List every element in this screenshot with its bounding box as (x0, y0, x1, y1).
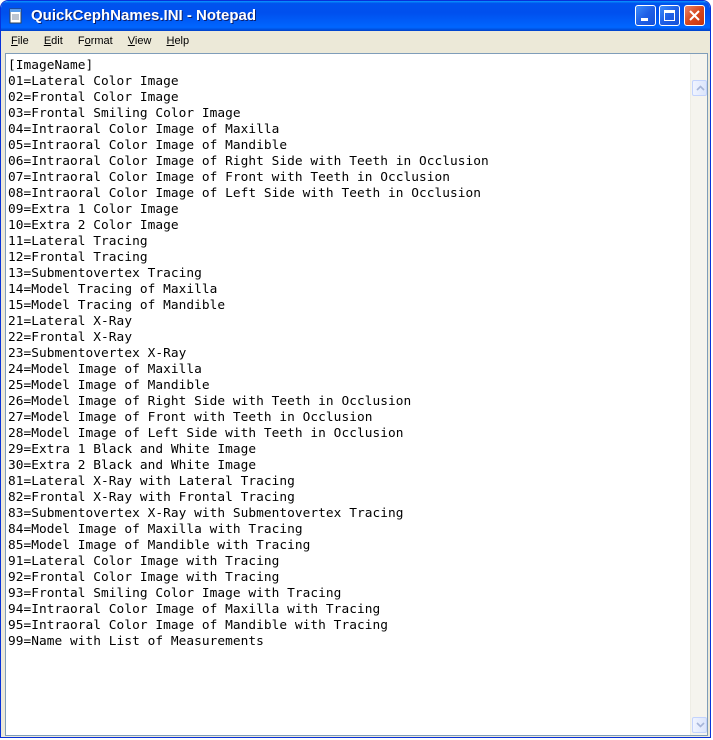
text-line: 83=Submentovertex X-Ray with Submentover… (8, 506, 404, 521)
window-title: QuickCephNames.INI - Notepad (31, 7, 257, 24)
close-icon (689, 10, 700, 21)
text-line: 05=Intraoral Color Image of Mandible (8, 138, 288, 153)
text-line: 27=Model Image of Front with Teeth in Oc… (8, 410, 373, 425)
text-editor[interactable]: [ImageName] 01=Lateral Color Image 02=Fron… (5, 53, 708, 736)
text-line: 14=Model Tracing of Maxilla (8, 282, 218, 297)
text-line: 84=Model Image of Maxilla with Tracing (8, 522, 303, 537)
menu-format-label: rmat (90, 35, 113, 47)
text-line: 12=Frontal Tracing (8, 250, 148, 265)
scroll-up-button[interactable] (692, 80, 707, 96)
maximize-icon (664, 10, 675, 21)
notepad-window: QuickCephNames.INI - Notepad File Edit F… (0, 0, 711, 738)
text-line: 06=Intraoral Color Image of Right Side w… (8, 154, 489, 169)
scroll-down-button[interactable] (692, 717, 707, 733)
text-line: 94=Intraoral Color Image of Maxilla with… (8, 602, 381, 617)
text-line: 85=Model Image of Mandible with Tracing (8, 538, 311, 553)
text-line: 07=Intraoral Color Image of Front with T… (8, 170, 450, 185)
text-line: 99=Name with List of Measurements (8, 634, 264, 649)
text-line: 13=Submentovertex Tracing (8, 266, 202, 281)
minimize-button[interactable] (635, 5, 656, 26)
menu-format[interactable]: Format (72, 32, 119, 47)
text-line: 30=Extra 2 Black and White Image (8, 458, 257, 473)
text-line: 25=Model Image of Mandible (8, 378, 210, 393)
text-line: 08=Intraoral Color Image of Left Side wi… (8, 186, 482, 201)
maximize-button[interactable] (659, 5, 680, 26)
text-line: 11=Lateral Tracing (8, 234, 148, 249)
text-line: 04=Intraoral Color Image of Maxilla (8, 122, 280, 137)
notepad-icon[interactable] (8, 8, 24, 24)
close-button[interactable] (684, 5, 705, 26)
text-line: 21=Lateral X-Ray (8, 314, 133, 329)
arrow-down-icon (696, 722, 705, 728)
text-line: 10=Extra 2 Color Image (8, 218, 179, 233)
menu-help-label: elp (174, 35, 190, 47)
menu-view-label: iew (134, 35, 152, 47)
text-line: 82=Frontal X-Ray with Frontal Tracing (8, 490, 295, 505)
document-text[interactable]: [ImageName] 01=Lateral Color Image 02=Fron… (8, 58, 687, 733)
minimize-icon (641, 18, 648, 21)
menu-edit[interactable]: Edit (38, 32, 69, 47)
menu-bar: File Edit Format View Help (5, 32, 706, 51)
text-line: 93=Frontal Smiling Color Image with Trac… (8, 586, 342, 601)
text-line: 24=Model Image of Maxilla (8, 362, 202, 377)
text-line: 28=Model Image of Left Side with Teeth i… (8, 426, 404, 441)
text-line: 95=Intraoral Color Image of Mandible wit… (8, 618, 388, 633)
menu-help[interactable]: Help (160, 32, 195, 47)
text-line: 09=Extra 1 Color Image (8, 202, 179, 217)
menu-format-prefix: F (77, 35, 85, 47)
text-line: 02=Frontal Color Image (8, 90, 179, 105)
text-line: 26=Model Image of Right Side with Teeth … (8, 394, 412, 409)
menu-file[interactable]: File (5, 32, 35, 47)
vertical-scrollbar[interactable] (690, 54, 707, 735)
text-line: 22=Frontal X-Ray (8, 330, 133, 345)
menu-file-mnemonic: F (11, 35, 18, 47)
text-line: 81=Lateral X-Ray with Lateral Tracing (8, 474, 295, 489)
title-bar[interactable]: QuickCephNames.INI - Notepad (1, 1, 710, 31)
text-line: 15=Model Tracing of Mandible (8, 298, 226, 313)
text-line: 29=Extra 1 Black and White Image (8, 442, 257, 457)
menu-edit-label: dit (51, 35, 63, 47)
text-line: [ImageName] (8, 58, 94, 73)
menu-file-label: ile (17, 35, 29, 47)
text-line: 92=Frontal Color Image with Tracing (8, 570, 280, 585)
text-line: 03=Frontal Smiling Color Image (8, 106, 241, 121)
arrow-up-icon (696, 85, 705, 91)
text-line: 91=Lateral Color Image with Tracing (8, 554, 280, 569)
menu-view-mnemonic: V (127, 35, 135, 47)
text-line: 23=Submentovertex X-Ray (8, 346, 187, 361)
menu-view[interactable]: View (122, 32, 158, 47)
text-line: 01=Lateral Color Image (8, 74, 179, 89)
